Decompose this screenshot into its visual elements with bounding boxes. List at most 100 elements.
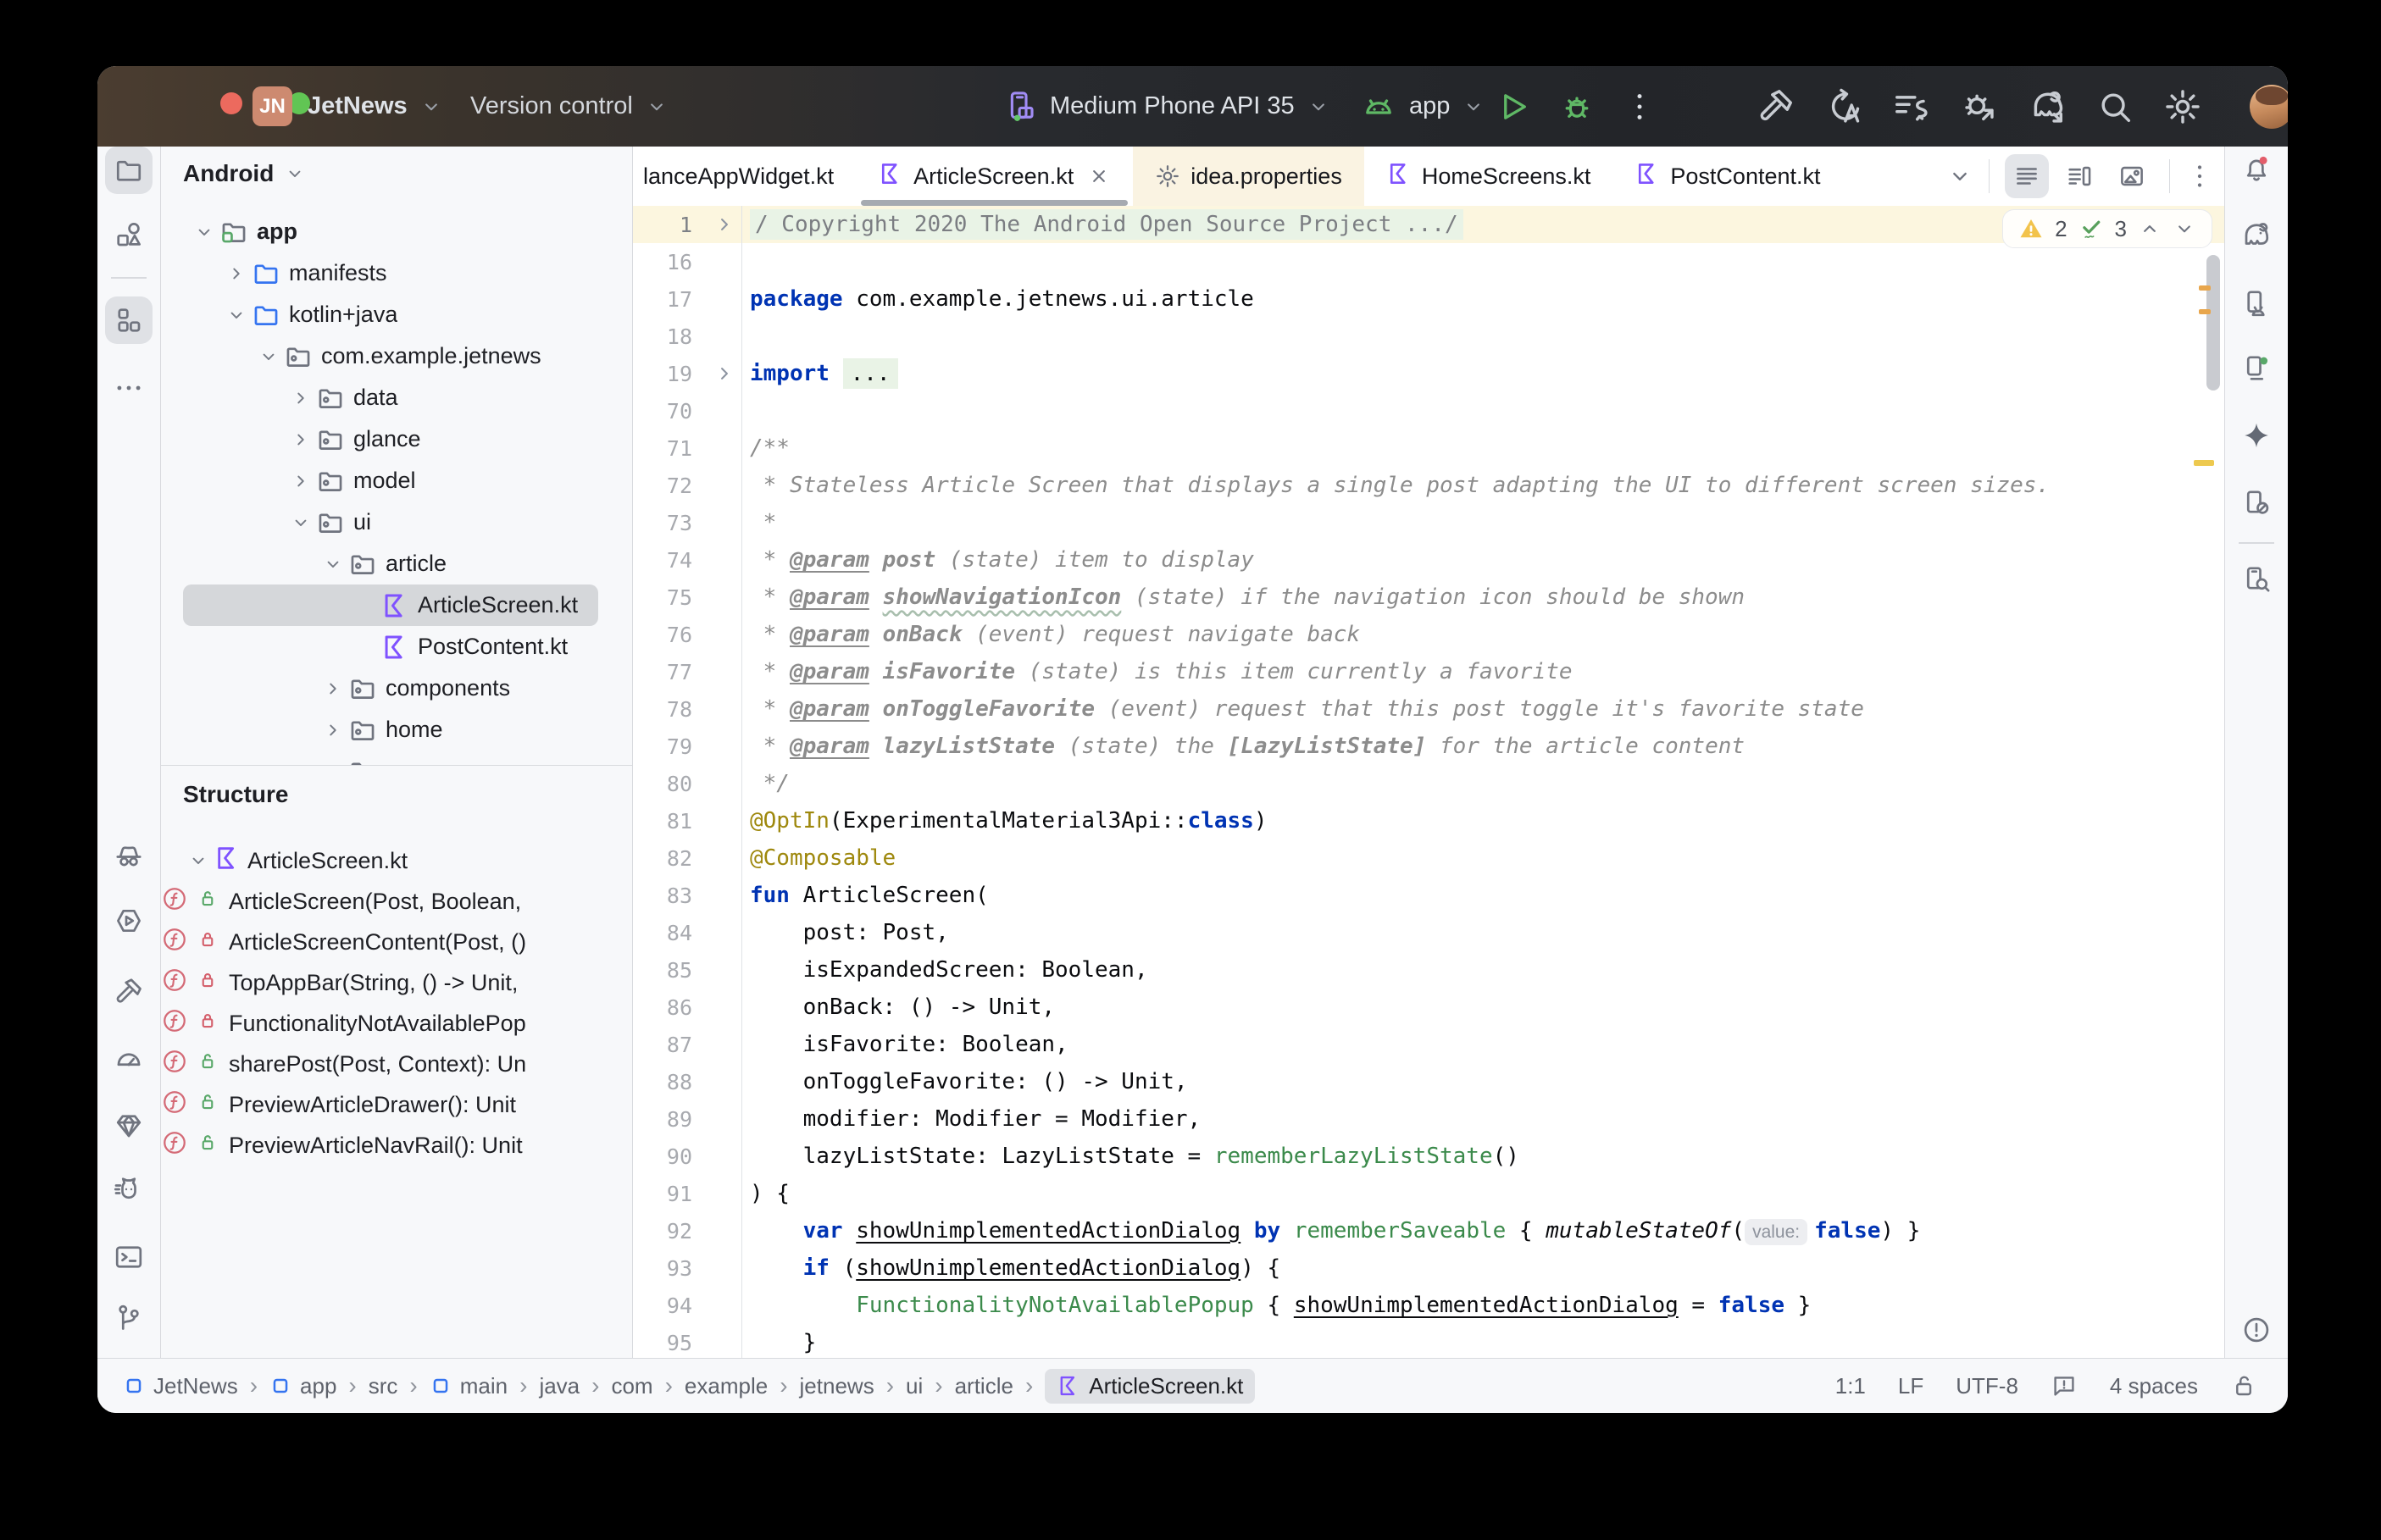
code-line-95[interactable]: 95 } [633, 1324, 2224, 1358]
tree-row-home[interactable]: home [183, 709, 598, 751]
breadcrumb-item-src[interactable]: src [369, 1373, 398, 1399]
structure-item-row[interactable]: ArticleScreenContent(Post, () [161, 922, 632, 962]
expand-chevron[interactable] [286, 466, 316, 496]
tree-row-manifests[interactable]: manifests [183, 252, 598, 294]
code-line-78[interactable]: 78 * @param onToggleFavorite (event) req… [633, 690, 2224, 728]
code-line-19[interactable]: 19 import ... [633, 355, 2224, 392]
line-number[interactable]: 85 [633, 958, 692, 983]
collapse-chevron[interactable] [189, 217, 219, 247]
tree-row-kotlin+java[interactable]: kotlin+java [183, 294, 598, 335]
line-number[interactable]: 1 [633, 213, 692, 237]
line-number[interactable]: 80 [633, 772, 692, 796]
tree-row-com.example.jetnews[interactable]: com.example.jetnews [183, 335, 598, 377]
structure-item-row[interactable]: FunctionalityNotAvailablePop [161, 1003, 632, 1044]
search-everywhere-button[interactable] [2095, 87, 2134, 126]
collapse-chevron[interactable] [183, 845, 214, 876]
terminal-button[interactable] [105, 1233, 153, 1281]
line-number[interactable]: 17 [633, 287, 692, 312]
structure-item-row[interactable]: PreviewArticleNavRail(): Unit [161, 1125, 632, 1166]
line-number[interactable]: 77 [633, 660, 692, 684]
tree-row-glance[interactable]: glance [183, 418, 598, 460]
structure-root-row[interactable]: ArticleScreen.kt [161, 840, 632, 881]
resource-manager-shapes-button[interactable] [105, 211, 153, 258]
collapse-chevron[interactable] [318, 549, 348, 579]
structure-grid-button[interactable] [105, 296, 153, 344]
vertical-scrollbar[interactable] [2206, 255, 2220, 391]
code-line-72[interactable]: 72 * Stateless Article Screen that displ… [633, 467, 2224, 504]
tree-row-app[interactable]: app [183, 211, 598, 252]
editor-tab-idea.properties[interactable]: idea.properties [1133, 147, 1364, 206]
editor-list-view-button[interactable] [2005, 154, 2049, 198]
code-line-80[interactable]: 80 */ [633, 765, 2224, 802]
code-line-92[interactable]: 92 var showUnimplementedActionDialog by … [633, 1212, 2224, 1249]
line-ending[interactable]: LF [1898, 1373, 1923, 1399]
code-line-91[interactable]: 91) { [633, 1175, 2224, 1212]
expand-chevron[interactable] [286, 424, 316, 455]
line-number[interactable]: 16 [633, 250, 692, 274]
warning-stripe-mark[interactable] [2199, 309, 2211, 314]
breadcrumb-item-app[interactable]: app [269, 1373, 336, 1399]
code-line-90[interactable]: 90 lazyListState: LazyListState = rememb… [633, 1138, 2224, 1175]
file-encoding[interactable]: UTF-8 [1956, 1373, 2018, 1399]
editor-tab-HomeScreens.kt[interactable]: HomeScreens.kt [1364, 147, 1613, 206]
code-line-87[interactable]: 87 isFavorite: Boolean, [633, 1026, 2224, 1063]
line-number[interactable]: 82 [633, 846, 692, 871]
inspection-bubble-icon[interactable] [2051, 1372, 2078, 1399]
gradle-elephant-button[interactable] [2233, 211, 2280, 258]
line-number[interactable]: 86 [633, 995, 692, 1020]
editor-split-view-button[interactable] [2057, 154, 2101, 198]
user-avatar[interactable] [2250, 84, 2288, 129]
code-line-76[interactable]: 76 * @param onBack (event) request navig… [633, 616, 2224, 653]
device-manager-phone-button[interactable] [2233, 280, 2280, 327]
line-number[interactable]: 89 [633, 1107, 692, 1132]
code-line-16[interactable]: 16 [633, 243, 2224, 280]
code-editor[interactable]: 1 / Copyright 2020 The Android Open Sourc… [633, 206, 2224, 1358]
hidden-tabs-chevron-button[interactable] [1946, 163, 1973, 190]
code-line-70[interactable]: 70 [633, 392, 2224, 429]
line-number[interactable]: 94 [633, 1293, 692, 1318]
editor-tab-PostContent.kt[interactable]: PostContent.kt [1612, 147, 1842, 206]
tree-row-partial[interactable] [183, 751, 598, 765]
running-devices-phone-button[interactable] [2233, 345, 2280, 392]
line-number[interactable]: 74 [633, 548, 692, 573]
breadcrumb-item-main[interactable]: main [430, 1373, 508, 1399]
code-line-1[interactable]: 1 / Copyright 2020 The Android Open Sourc… [633, 206, 2224, 243]
fold-chevron-icon[interactable] [713, 362, 736, 385]
build-hammer-button[interactable] [1757, 87, 1795, 126]
debug-button[interactable] [1558, 88, 1596, 125]
refresh-a-button[interactable] [1824, 87, 1863, 126]
code-line-89[interactable]: 89 modifier: Modifier = Modifier, [633, 1100, 2224, 1138]
previous-problem-button[interactable] [2138, 217, 2162, 241]
expand-chevron[interactable] [221, 258, 252, 289]
collapse-chevron[interactable] [221, 300, 252, 330]
services-hexagon-play-button[interactable] [105, 897, 153, 944]
code-line-75[interactable]: 75 * @param showNavigationIcon (state) i… [633, 579, 2224, 616]
close-window-button[interactable] [220, 92, 242, 114]
breadcrumb-item-JetNews[interactable]: JetNews [123, 1373, 238, 1399]
line-number[interactable]: 76 [633, 623, 692, 647]
task-list-s-button[interactable] [1892, 87, 1931, 126]
code-line-84[interactable]: 84 post: Post, [633, 914, 2224, 951]
code-line-83[interactable]: 83 fun ArticleScreen( [633, 877, 2224, 914]
run-button[interactable] [1494, 88, 1531, 125]
code-line-88[interactable]: 88 onToggleFavorite: () -> Unit, [633, 1063, 2224, 1100]
line-number[interactable]: 79 [633, 734, 692, 759]
tree-row-model[interactable]: model [183, 460, 598, 501]
line-number[interactable]: 92 [633, 1219, 692, 1244]
code-line-82[interactable]: 82 @Composable [633, 839, 2224, 877]
project-widget[interactable]: JetNews [308, 66, 443, 147]
line-number[interactable]: 90 [633, 1144, 692, 1169]
tree-row-components[interactable]: components [183, 668, 598, 709]
typo-stripe-mark[interactable] [2194, 460, 2214, 466]
close-tab-icon[interactable] [1087, 164, 1111, 188]
gradle-sync-button[interactable] [2028, 87, 2067, 126]
tree-row-data[interactable]: data [183, 377, 598, 418]
structure-item-row[interactable]: PreviewArticleDrawer(): Unit [161, 1084, 632, 1125]
structure-item-row[interactable]: TopAppBar(String, () -> Unit, [161, 962, 632, 1003]
breadcrumb-item-jetnews[interactable]: jetnews [800, 1373, 874, 1399]
more-horizontal-button[interactable] [105, 364, 153, 412]
project-badge[interactable]: JN [253, 86, 292, 126]
code-line-17[interactable]: 17 package com.example.jetnews.ui.article [633, 280, 2224, 318]
expand-chevron[interactable] [318, 673, 348, 704]
tree-row-article[interactable]: article [183, 543, 598, 584]
